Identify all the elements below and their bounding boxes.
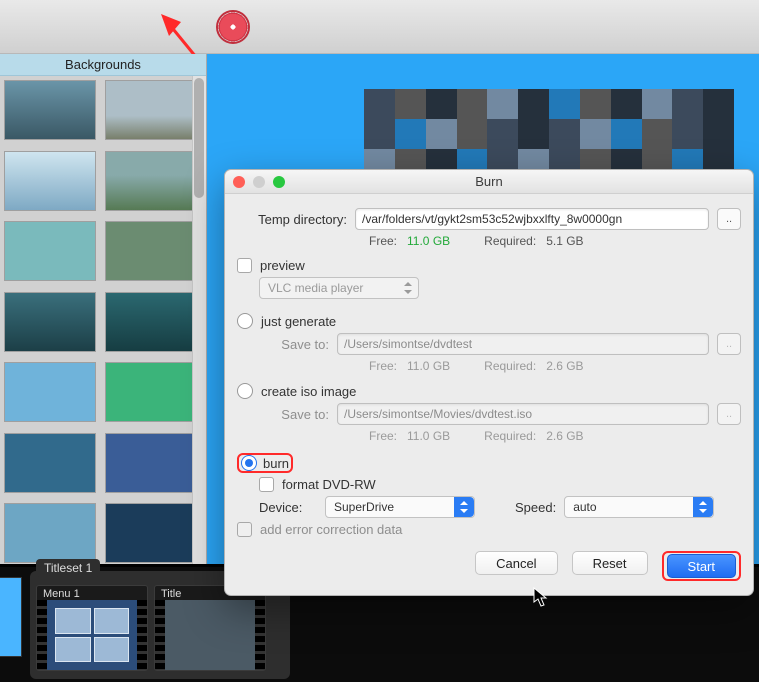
required-value: 5.1 GB (546, 234, 583, 248)
bg-thumb[interactable] (4, 221, 96, 281)
preview-label: preview (260, 258, 305, 273)
annotation-highlight: Start (662, 551, 741, 581)
speed-select[interactable]: auto (564, 496, 714, 518)
dialog-title: Burn (225, 174, 753, 189)
speed-value: auto (573, 500, 596, 514)
toolbar-preferences[interactable] (76, 6, 118, 48)
format-dvdrw-checkbox[interactable] (259, 477, 274, 492)
free-label: Free: (369, 234, 397, 248)
create-iso-browse-button: .. (717, 403, 741, 425)
create-iso-label: create iso image (261, 384, 356, 399)
background-thumbnail-grid (0, 76, 206, 574)
bg-thumb[interactable] (4, 80, 96, 140)
timeline-thumb[interactable] (0, 577, 22, 657)
burn-disc-icon (216, 10, 250, 44)
cancel-button[interactable]: Cancel (475, 551, 557, 575)
bg-thumb[interactable] (4, 151, 96, 211)
device-select[interactable]: SuperDrive (325, 496, 475, 518)
required-label: Required: (484, 234, 536, 248)
bg-thumb[interactable] (105, 503, 197, 563)
dialog-titlebar[interactable]: Burn (225, 170, 753, 194)
saveto-label: Save to: (259, 407, 329, 422)
toolbar (0, 0, 759, 54)
toolbar-burn[interactable] (212, 6, 254, 48)
sidebar-scrollbar[interactable] (192, 76, 206, 574)
reset-button[interactable]: Reset (572, 551, 648, 575)
just-generate-browse-button: .. (717, 333, 741, 355)
mouse-cursor-icon (533, 587, 549, 607)
start-button[interactable]: Start (667, 554, 736, 578)
create-iso-radio[interactable] (237, 383, 253, 399)
device-value: SuperDrive (334, 500, 394, 514)
bg-thumb[interactable] (105, 433, 197, 493)
toolbar-tools[interactable] (144, 6, 186, 48)
bg-thumb[interactable] (105, 80, 197, 140)
temp-dir-browse-button[interactable]: .. (717, 208, 741, 230)
preview-player-select: VLC media player (259, 277, 419, 299)
bg-thumb[interactable] (105, 362, 197, 422)
temp-dir-input[interactable] (355, 208, 709, 230)
burn-dialog: Burn Temp directory: .. Free: 11.0 GB Re… (224, 169, 754, 596)
free-value: 11.0 GB (407, 234, 450, 248)
burn-label: burn (263, 456, 289, 471)
titleset-label: Titleset 1 (36, 559, 100, 577)
toolbar-save[interactable] (8, 6, 50, 48)
error-correction-checkbox (237, 522, 252, 537)
speed-label: Speed: (515, 500, 556, 515)
bg-thumb[interactable] (105, 292, 197, 352)
annotation-highlight: burn (237, 453, 293, 473)
temp-dir-label: Temp directory: (237, 212, 347, 227)
bg-thumb[interactable] (105, 221, 197, 281)
preview-player-value: VLC media player (268, 281, 363, 295)
bg-thumb[interactable] (4, 292, 96, 352)
chevron-updown-icon (398, 278, 418, 298)
toolbar-add-film[interactable] (336, 6, 378, 48)
saveto-label: Save to: (259, 337, 329, 352)
chevron-updown-icon (693, 497, 713, 517)
just-generate-path-input (337, 333, 709, 355)
just-generate-label: just generate (261, 314, 336, 329)
title-clip[interactable]: Title (154, 585, 266, 671)
bg-thumb[interactable] (4, 503, 96, 563)
bg-thumb[interactable] (4, 433, 96, 493)
error-correction-label: add error correction data (260, 522, 402, 537)
pixelated-content (364, 89, 734, 179)
preview-checkbox[interactable] (237, 258, 252, 273)
just-generate-radio[interactable] (237, 313, 253, 329)
format-dvdrw-label: format DVD-RW (282, 477, 376, 492)
chevron-updown-icon (454, 497, 474, 517)
bg-thumb[interactable] (105, 151, 197, 211)
device-label: Device: (259, 500, 317, 515)
sidebar-title: Backgrounds (0, 54, 206, 76)
burn-radio[interactable] (241, 455, 257, 471)
menu-clip[interactable]: Menu 1 (36, 585, 148, 671)
menu-clip-label: Menu 1 (43, 588, 80, 600)
bg-thumb[interactable] (4, 362, 96, 422)
create-iso-path-input (337, 403, 709, 425)
title-clip-label: Title (161, 588, 181, 600)
